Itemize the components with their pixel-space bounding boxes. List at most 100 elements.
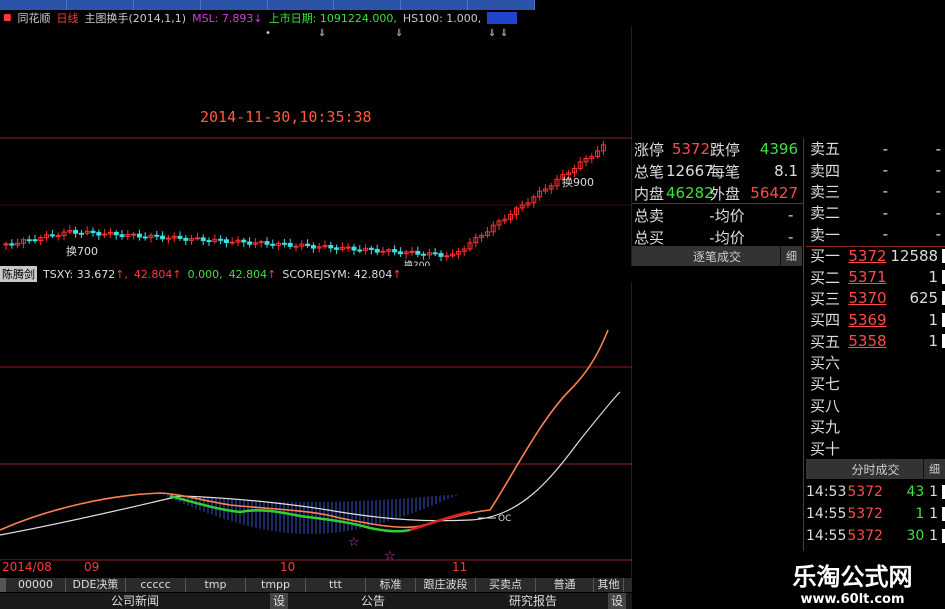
indicator-formula-name[interactable]: 陈腾剑 [0,266,37,282]
watermark-url: www.60lt.com [800,592,905,607]
formula-button[interactable]: tmp [186,578,246,592]
date-axis-label: 09 [84,560,100,574]
star-icon: ☆ [348,535,360,550]
top-tab[interactable] [134,0,201,10]
detail-button[interactable]: 细 [780,246,802,266]
candle-body [310,245,316,249]
order-book-price: - [882,161,888,180]
order-book-row[interactable]: 买八 [806,395,945,416]
company-news-link[interactable]: 公司新闻 [0,593,270,609]
notice-link[interactable]: 公告 [288,593,458,609]
candle-body [113,231,119,236]
candle-body [357,249,363,252]
order-book-row[interactable]: 卖二 - - [806,202,945,223]
settings-button[interactable]: 设 [608,593,626,609]
order-book-price: - [882,203,888,222]
trade-flag: 1 [929,506,939,522]
top-tab[interactable] [268,0,335,10]
candle-body [165,237,171,240]
settings-button[interactable]: 设 [270,593,288,609]
candle-body [142,236,148,239]
order-book: 卖五 - - 卖四 - - 卖三 - - 卖二 - - 卖一 - - 买一 5372 12588 买二 5371 1 买三… [806,138,945,460]
candle-body [432,252,438,255]
order-book-row[interactable]: 买六 [806,352,945,373]
order-book-row[interactable]: 买十 [806,437,945,458]
candle-body [247,241,253,245]
order-book-level: 买三 [810,289,841,308]
order-book-row[interactable]: 买一 5372 12588 [806,245,945,266]
formula-button[interactable]: 买卖点 [476,578,536,592]
order-book-row[interactable]: 买三 5370 625 [806,288,945,309]
watermark: 乐淘公式网 www.60lt.com [760,555,945,609]
candle-body [218,238,224,241]
formula-button[interactable]: ccccc [126,578,186,592]
candle-body [345,246,351,249]
total-buy-tail: - [788,228,794,246]
candle-body [305,243,311,247]
candle-body [409,250,415,253]
oc-label: OC [498,514,512,524]
candle-body [241,239,247,243]
order-book-price: - [882,182,888,201]
order-book-level: 买十 [810,439,841,458]
main-line [0,329,609,531]
total-buy-label: 总买 [634,228,665,247]
indicator-panel-group: ☆☆ [0,329,621,564]
formula-button[interactable]: 标准 [366,578,416,592]
order-book-row[interactable]: 买七 [806,373,945,394]
candle-body [293,245,299,248]
candle-body [368,247,374,250]
candle-body [287,242,293,247]
top-tab[interactable] [67,0,134,10]
detail-button[interactable]: 细 [923,459,945,479]
inner-volume-value: 46282 [666,184,714,202]
order-book-price: 5371 [848,268,887,287]
formula-button[interactable]: 其他 [594,578,624,592]
tab-timeshare-trades[interactable]: 分时成交 细 [806,459,945,479]
tab-tick-by-tick[interactable]: 逐笔成交 细 [632,246,802,266]
order-book-row[interactable]: 买四 5369 1 [806,309,945,330]
candle-body [9,243,15,246]
top-tab[interactable] [468,0,535,10]
order-book-row[interactable]: 卖五 - - [806,138,945,159]
order-book-row[interactable]: 买二 5371 1 [806,266,945,287]
top-tab[interactable] [401,0,469,10]
order-book-level: 买四 [810,311,841,330]
candle-body [328,244,334,249]
top-tab[interactable] [0,0,67,10]
total-buy-value: -均价 [709,228,745,247]
trade-qty: 43 [906,484,925,500]
formula-button[interactable]: 普通 [536,578,594,592]
order-book-price: 5369 [848,310,887,329]
formula-button[interactable]: 00000 [6,578,66,592]
tsxy-readout: TSXY: 33.672↑, [43,267,128,281]
top-tab[interactable] [201,0,268,10]
formula-button[interactable]: 跟庄波段 [416,578,476,592]
trade-time: 14:55 [806,528,847,544]
formula-button[interactable]: tmpp [246,578,306,592]
order-book-row[interactable]: 卖三 - - [806,181,945,202]
order-book-level: 买二 [810,268,841,287]
order-book-qty: - [935,139,941,158]
order-book-row[interactable]: 卖四 - - [806,159,945,180]
order-book-row[interactable]: 卖一 - - [806,224,945,245]
indicator-header: 陈腾剑 TSXY: 33.672↑, 42.804↑ 0.000, 42.804… [0,266,632,282]
formula-button[interactable]: ttt [306,578,366,592]
candle-body [136,233,142,238]
total-sell-tail: - [788,206,794,224]
candle-body [281,242,287,245]
top-tab[interactable] [334,0,402,10]
research-link[interactable]: 研究报告 [458,593,608,609]
trade-price: 5372 [847,484,883,500]
candle-body [183,237,189,241]
tab-tick-by-tick-label: 逐笔成交 [692,249,741,264]
order-book-qty: 12588 [890,246,939,265]
candle-body [270,243,276,246]
period-label[interactable]: 日线 [57,10,79,26]
formula-button[interactable]: DDE决策 [66,578,126,592]
order-book-row[interactable]: 买五 5358 1 [806,331,945,352]
trade-row[interactable]: 14:55 5372 1 1 [806,503,945,525]
trade-row[interactable]: 14:53 5372 43 1 [806,481,945,503]
trade-row[interactable]: 14:55 5372 30 1 [806,525,945,547]
order-book-row[interactable]: 买九 [806,416,945,437]
